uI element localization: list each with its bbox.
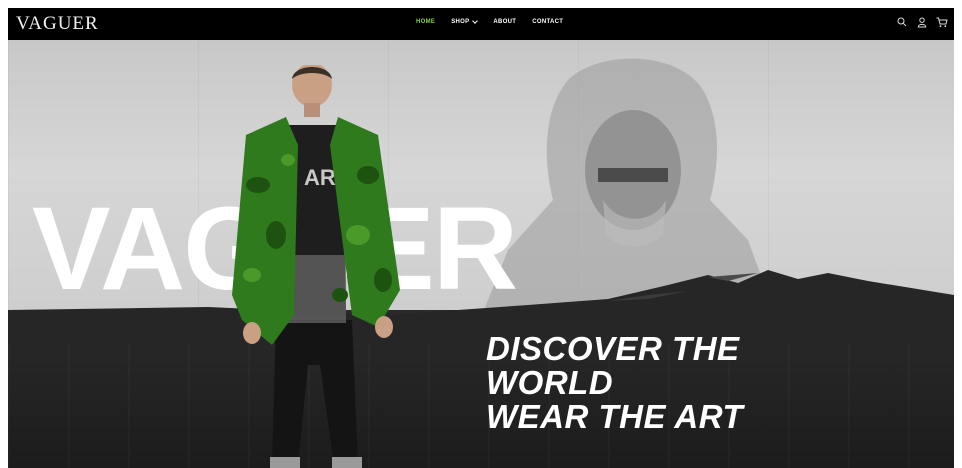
browser-viewport: VAGUER HOME SHOP ABOUT CONTACT AR DISCOV… bbox=[8, 8, 954, 468]
hero-tagline: DISCOVER THE WORLD WEAR THE ART bbox=[486, 332, 743, 434]
cart-icon[interactable] bbox=[936, 16, 948, 28]
nav-contact[interactable]: CONTACT bbox=[532, 19, 563, 25]
tagline-line-2: WORLD bbox=[486, 364, 614, 401]
brand-logo[interactable]: VAGUER bbox=[16, 13, 99, 35]
nav-shop[interactable]: SHOP bbox=[451, 18, 479, 25]
user-icon[interactable] bbox=[916, 16, 928, 28]
nav-shop-label: SHOP bbox=[451, 19, 470, 25]
svg-text:AR: AR bbox=[304, 165, 336, 190]
main-nav: HOME SHOP ABOUT CONTACT bbox=[416, 18, 563, 25]
chevron-down-icon bbox=[472, 18, 479, 24]
header-actions bbox=[896, 16, 948, 28]
search-icon[interactable] bbox=[896, 16, 908, 28]
tagline-line-1: DISCOVER THE bbox=[486, 330, 740, 367]
nav-about[interactable]: ABOUT bbox=[493, 19, 516, 25]
top-navbar: VAGUER HOME SHOP ABOUT CONTACT bbox=[8, 8, 954, 40]
tagline-line-3: WEAR THE ART bbox=[486, 398, 744, 435]
model-image: AR bbox=[232, 65, 400, 468]
hero-banner: VAGUER AR bbox=[8, 40, 954, 468]
nav-home[interactable]: HOME bbox=[416, 19, 435, 25]
